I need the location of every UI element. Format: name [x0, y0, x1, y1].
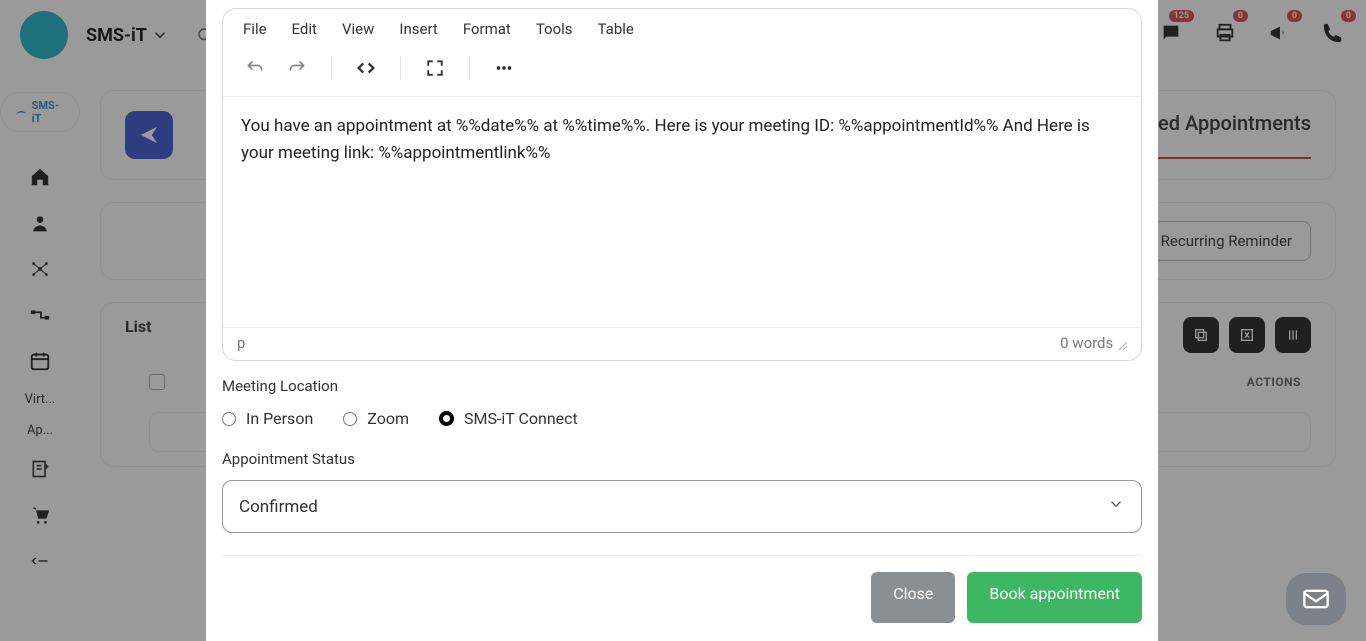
radio-in-person[interactable]: In Person [222, 409, 313, 428]
chevron-down-icon [1107, 495, 1125, 518]
radio-label: In Person [246, 409, 313, 428]
radio-label: SMS-iT Connect [464, 409, 578, 428]
radio-smsit-connect[interactable]: SMS-iT Connect [439, 409, 578, 428]
appointment-modal: File Edit View Insert Format Tools Table… [206, 0, 1158, 641]
editor-toolbar [223, 49, 1141, 97]
redo-icon[interactable] [283, 54, 311, 82]
menu-format[interactable]: Format [463, 20, 511, 38]
editor-menubar: File Edit View Insert Format Tools Table [223, 9, 1141, 49]
resize-handle-icon[interactable] [1117, 336, 1127, 354]
more-icon[interactable] [490, 54, 518, 82]
close-button[interactable]: Close [871, 572, 955, 623]
appointment-status-label: Appointment Status [222, 450, 1142, 468]
toolbar-separator [331, 56, 332, 80]
menu-table[interactable]: Table [598, 20, 634, 38]
book-appointment-button[interactable]: Book appointment [967, 572, 1142, 623]
meeting-location-label: Meeting Location [222, 377, 1142, 395]
radio-icon [439, 411, 454, 426]
menu-tools[interactable]: Tools [536, 20, 573, 38]
mail-bubble-icon[interactable] [1286, 573, 1346, 625]
undo-icon[interactable] [241, 54, 269, 82]
editor-word-count: 0 words [1060, 334, 1113, 352]
appointment-status-select[interactable]: Confirmed [222, 480, 1142, 533]
editor-content[interactable]: You have an appointment at %%date%% at %… [223, 97, 1141, 327]
menu-insert[interactable]: Insert [399, 20, 437, 38]
code-icon[interactable] [352, 54, 380, 82]
rich-text-editor: File Edit View Insert Format Tools Table… [222, 8, 1142, 361]
editor-statusbar: p 0 words [223, 327, 1141, 360]
toolbar-separator [400, 56, 401, 80]
menu-view[interactable]: View [342, 20, 374, 38]
toolbar-separator [469, 56, 470, 80]
menu-file[interactable]: File [243, 20, 267, 38]
modal-footer: Close Book appointment [222, 555, 1142, 623]
select-value: Confirmed [239, 497, 318, 517]
fullscreen-icon[interactable] [421, 54, 449, 82]
editor-path[interactable]: p [237, 334, 245, 352]
radio-icon [343, 412, 357, 426]
radio-icon [222, 412, 236, 426]
appointment-status-section: Appointment Status Confirmed [222, 434, 1142, 539]
radio-zoom[interactable]: Zoom [343, 409, 409, 428]
radio-label: Zoom [367, 409, 409, 428]
menu-edit[interactable]: Edit [292, 20, 317, 38]
meeting-location-section: Meeting Location In Person Zoom SMS-iT C… [222, 361, 1142, 434]
